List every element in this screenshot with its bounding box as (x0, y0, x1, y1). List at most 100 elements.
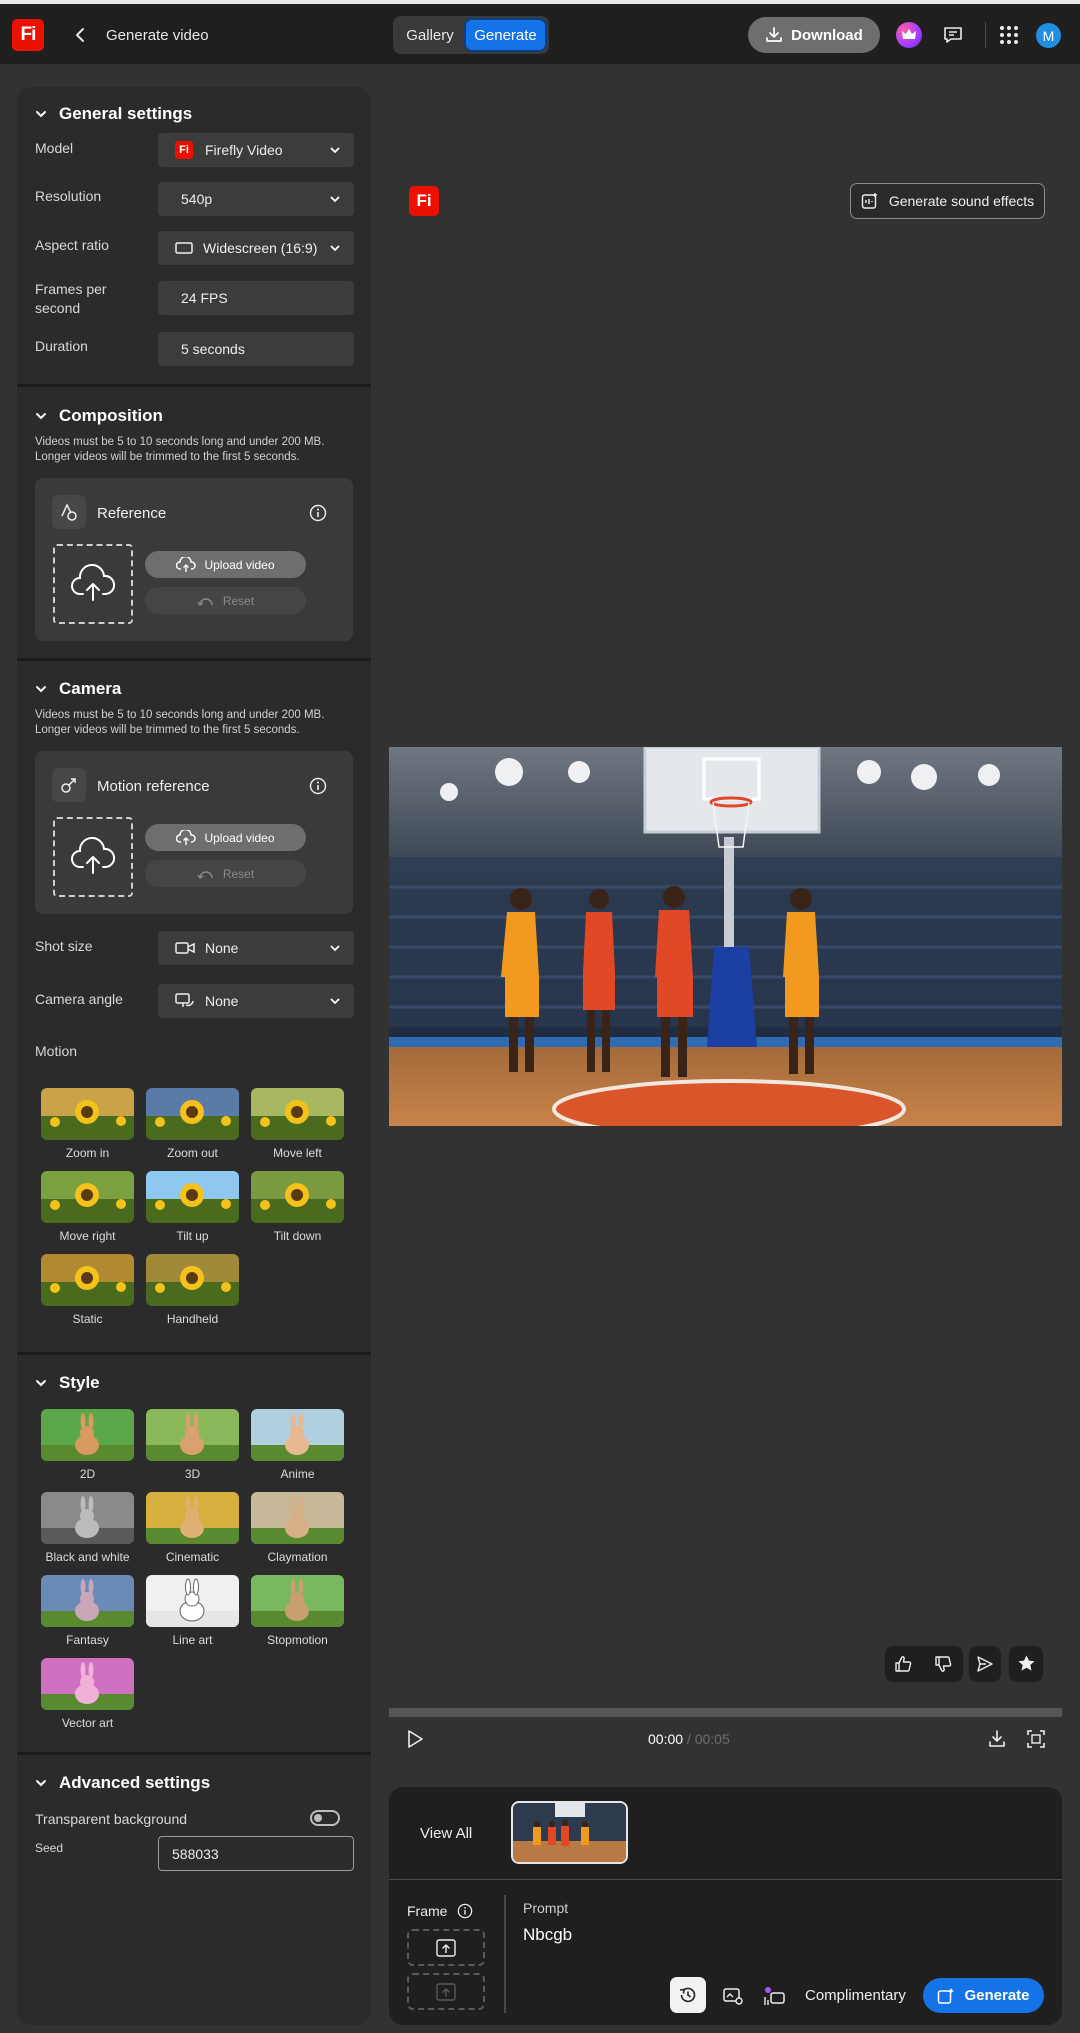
style-preset-tile[interactable]: Anime (251, 1409, 344, 1481)
advanced-settings-header[interactable]: Advanced settings (35, 1773, 210, 1793)
download-icon[interactable] (987, 1729, 1007, 1749)
time-total: 00:05 (694, 1731, 730, 1747)
last-frame-upload[interactable] (407, 1973, 485, 2010)
motion-preset-thumbnail (41, 1171, 134, 1223)
section-title: Composition (59, 406, 163, 425)
style-preset-tile[interactable]: Cinematic (146, 1492, 239, 1564)
motion-preset-label: Tilt down (273, 1229, 322, 1243)
motion-reference-title: Motion reference (97, 778, 210, 795)
model-select[interactable]: Fi Firefly Video (158, 133, 354, 167)
motion-preset-thumbnail (146, 1171, 239, 1223)
camera-angle-select[interactable]: None (158, 984, 354, 1018)
style-preset-tile[interactable]: Fantasy (41, 1575, 134, 1647)
chevron-down-icon (330, 147, 340, 154)
back-chevron-icon[interactable] (72, 26, 90, 44)
aspect-ratio-select[interactable]: Widescreen (16:9) (158, 231, 354, 265)
thumbs-down-icon[interactable] (934, 1655, 952, 1673)
general-settings-header[interactable]: General settings (35, 104, 192, 124)
time-separator: / (683, 1731, 695, 1747)
feedback-chat-icon[interactable] (942, 24, 964, 46)
info-icon[interactable] (309, 504, 327, 522)
style-preset-label: 2D (79, 1467, 96, 1481)
style-header[interactable]: Style (35, 1373, 100, 1393)
upload-video-button[interactable]: Upload video (145, 551, 306, 578)
style-preset-tile[interactable]: Line art (146, 1575, 239, 1647)
motion-label: Motion (35, 1043, 78, 1059)
camera-note: Videos must be 5 to 10 seconds long and … (35, 709, 325, 736)
style-preset-tile[interactable]: 3D (146, 1409, 239, 1481)
info-icon[interactable] (457, 1903, 473, 1919)
duration-value: 5 seconds (181, 341, 245, 357)
complimentary-label: Complimentary (805, 1987, 906, 2004)
motion-preset-tile[interactable]: Tilt up (146, 1171, 239, 1243)
style-preset-tile[interactable]: 2D (41, 1409, 134, 1481)
motion-preset-tile[interactable]: Tilt down (251, 1171, 344, 1243)
transparent-background-toggle[interactable] (310, 1810, 340, 1826)
camera-angle-icon (175, 993, 194, 1007)
panel-divider (389, 1879, 1062, 1880)
duration-field: 5 seconds (158, 332, 354, 366)
style-preset-thumbnail (251, 1492, 344, 1544)
section-divider (17, 1352, 371, 1355)
upload-video-button[interactable]: Upload video (145, 824, 306, 851)
prompt-panel: View All Frame Prompt Nbcgb Complimentar… (389, 1787, 1062, 2025)
chevron-down-icon (36, 1380, 46, 1387)
seed-input[interactable]: 588033 (158, 1836, 354, 1871)
video-preview[interactable] (389, 747, 1062, 1126)
motion-preset-thumbnail (251, 1171, 344, 1223)
thumbs-up-icon[interactable] (894, 1655, 912, 1673)
motion-preset-tile[interactable]: Handheld (146, 1254, 239, 1326)
motion-preset-tile[interactable]: Static (41, 1254, 134, 1326)
resolution-select[interactable]: 540p (158, 182, 354, 216)
download-button[interactable]: Download (748, 17, 880, 53)
model-value: Firefly Video (205, 142, 283, 158)
prompt-input[interactable]: Nbcgb (523, 1925, 572, 1945)
style-preset-thumbnail (146, 1575, 239, 1627)
style-preset-tile[interactable]: Claymation (251, 1492, 344, 1564)
first-frame-upload[interactable] (407, 1929, 485, 1966)
style-preset-label: Fantasy (66, 1633, 109, 1647)
image-upload-icon (436, 1982, 456, 2001)
video-drop-zone[interactable] (53, 817, 133, 897)
composition-header[interactable]: Composition (35, 406, 163, 426)
firefly-logo[interactable]: Fi (12, 19, 44, 51)
user-avatar[interactable]: M (1036, 23, 1061, 48)
duration-label: Duration (35, 338, 88, 354)
camera-header[interactable]: Camera (35, 679, 121, 699)
reset-button[interactable]: Reset (145, 860, 306, 887)
motion-preset-tile[interactable]: Zoom in (41, 1088, 134, 1160)
apps-grid-icon[interactable] (998, 24, 1020, 46)
style-preset-tile[interactable]: Black and white (41, 1492, 134, 1564)
motion-preset-tile[interactable]: Move right (41, 1171, 134, 1243)
camera-angle-value: None (205, 993, 239, 1009)
video-drop-zone[interactable] (53, 544, 133, 624)
generation-thumbnail[interactable] (511, 1801, 628, 1864)
shot-size-select[interactable]: None (158, 931, 354, 965)
history-button[interactable] (670, 1977, 706, 2013)
share-button[interactable] (969, 1646, 1001, 1682)
info-icon[interactable] (309, 777, 327, 795)
fullscreen-icon[interactable] (1026, 1729, 1046, 1749)
generate-button[interactable]: Generate (923, 1978, 1044, 2013)
video-progress-bar[interactable] (389, 1708, 1062, 1717)
aspect-ratio-label: Aspect ratio (35, 237, 109, 253)
motion-preset-tile[interactable]: Move left (251, 1088, 344, 1160)
style-preset-tile[interactable]: Vector art (41, 1658, 134, 1730)
view-all-link[interactable]: View All (420, 1825, 472, 1842)
premium-crown-icon[interactable] (896, 22, 922, 48)
generate-sound-effects-button[interactable]: Generate sound effects (850, 183, 1045, 219)
section-divider (17, 384, 371, 387)
composition-reference-card: Reference Upload video Reset (35, 478, 353, 641)
reset-button[interactable]: Reset (145, 587, 306, 614)
sound-effects-icon (861, 193, 877, 209)
image-settings-icon[interactable] (722, 1985, 744, 2007)
play-icon[interactable] (406, 1729, 424, 1749)
favorite-button[interactable] (1009, 1646, 1043, 1682)
style-preset-tile[interactable]: Stopmotion (251, 1575, 344, 1647)
tab-generate[interactable]: Generate (466, 20, 545, 50)
motion-preset-tile[interactable]: Zoom out (146, 1088, 239, 1160)
style-reference-icon[interactable] (763, 1985, 785, 2007)
tab-gallery[interactable]: Gallery (397, 20, 463, 50)
style-preset-label: Black and white (45, 1550, 130, 1564)
generate-sparkle-icon (938, 1987, 955, 2004)
